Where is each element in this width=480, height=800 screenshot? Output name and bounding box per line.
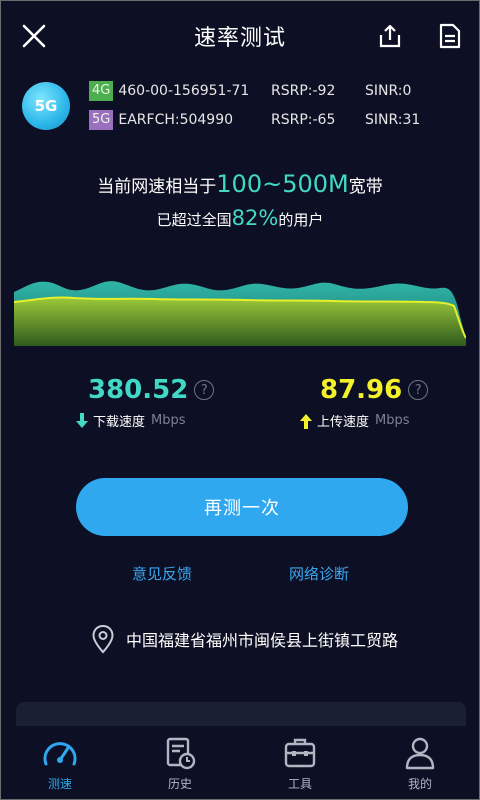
- sinr-value: SINR:31: [365, 112, 421, 128]
- download-help-icon[interactable]: ?: [194, 380, 215, 400]
- rsrp-value: RSRP:-92: [271, 83, 336, 99]
- cell-row-5g: 5G EARFCH:504990 RSRP:-65 SINR:31: [89, 109, 459, 131]
- download-value: 380.52: [88, 375, 189, 405]
- diagnose-link[interactable]: 网络诊断: [289, 563, 349, 584]
- upload-label: 上传速度: [317, 415, 370, 430]
- upload-value: 87.96: [320, 375, 403, 405]
- upload-label-row: 上传速度 Mbps: [299, 411, 410, 430]
- tab-label: 测速: [47, 777, 72, 791]
- user-icon: [405, 737, 435, 770]
- upload-unit: Mbps: [375, 413, 410, 428]
- summary-prefix: 当前网速相当于: [97, 177, 217, 197]
- download-unit: Mbps: [151, 413, 186, 428]
- ranking-prefix: 已超过全国: [156, 211, 232, 229]
- tab-profile[interactable]: 我的: [360, 726, 480, 800]
- ranking-summary: 已超过全国82%的用户: [0, 206, 480, 230]
- tag-4g: 4G: [89, 81, 114, 101]
- history-icon: [166, 737, 196, 770]
- arrow-up-icon: [300, 413, 312, 429]
- header: 速率测试: [0, 0, 480, 72]
- tab-speedtest[interactable]: 测速: [0, 726, 120, 800]
- tab-label: 历史: [167, 777, 192, 791]
- rsrp-value: RSRP:-65: [271, 112, 336, 128]
- download-speed: 380.52 ?: [88, 370, 215, 410]
- earfcn-value: EARFCH:504990: [118, 112, 234, 128]
- speed-graph: [14, 281, 466, 346]
- ranking-suffix: 的用户: [278, 211, 324, 229]
- bandwidth-value: 100~500M: [216, 170, 349, 198]
- download-label-row: 下载速度 Mbps: [75, 411, 186, 430]
- bandwidth-summary: 当前网速相当于100~500M宽带: [0, 170, 480, 198]
- bottom-tab-bar: 测速 历史 工具 我的: [0, 726, 480, 800]
- download-label: 下载速度: [93, 415, 146, 430]
- arrow-down-icon: [76, 412, 88, 428]
- document-icon: [439, 23, 461, 49]
- share-button[interactable]: [372, 18, 408, 54]
- tag-5g: 5G: [89, 110, 114, 130]
- network-type-badge: 5G: [22, 82, 70, 130]
- toolbox-icon: [284, 738, 316, 768]
- location-row: 中国福建省福州市闽侯县上街镇工贸路: [90, 624, 398, 654]
- share-icon: [379, 24, 401, 48]
- cell-row-4g: 4G 460-00-156951-71 RSRP:-92 SINR:0: [89, 80, 459, 102]
- upload-area: [14, 297, 466, 346]
- retest-button[interactable]: 再测一次: [76, 478, 408, 536]
- sinr-value: SINR:0: [365, 83, 412, 99]
- upload-speed: 87.96 ?: [320, 370, 429, 410]
- upload-help-icon[interactable]: ?: [408, 380, 429, 400]
- speedometer-icon: [43, 742, 77, 766]
- page-title: 速率测试: [193, 26, 286, 51]
- report-button[interactable]: [432, 18, 468, 54]
- feedback-link[interactable]: 意见反馈: [132, 563, 192, 584]
- tab-label: 工具: [287, 777, 312, 791]
- summary-suffix: 宽带: [348, 177, 383, 197]
- tab-history[interactable]: 历史: [120, 726, 240, 800]
- tab-tools[interactable]: 工具: [240, 726, 360, 800]
- location-address: 中国福建省福州市闽侯县上街镇工贸路: [126, 631, 399, 650]
- location-pin-icon: [92, 624, 114, 654]
- ranking-percent: 82%: [231, 206, 279, 230]
- cell-id: 460-00-156951-71: [118, 83, 250, 99]
- tab-label: 我的: [407, 777, 432, 791]
